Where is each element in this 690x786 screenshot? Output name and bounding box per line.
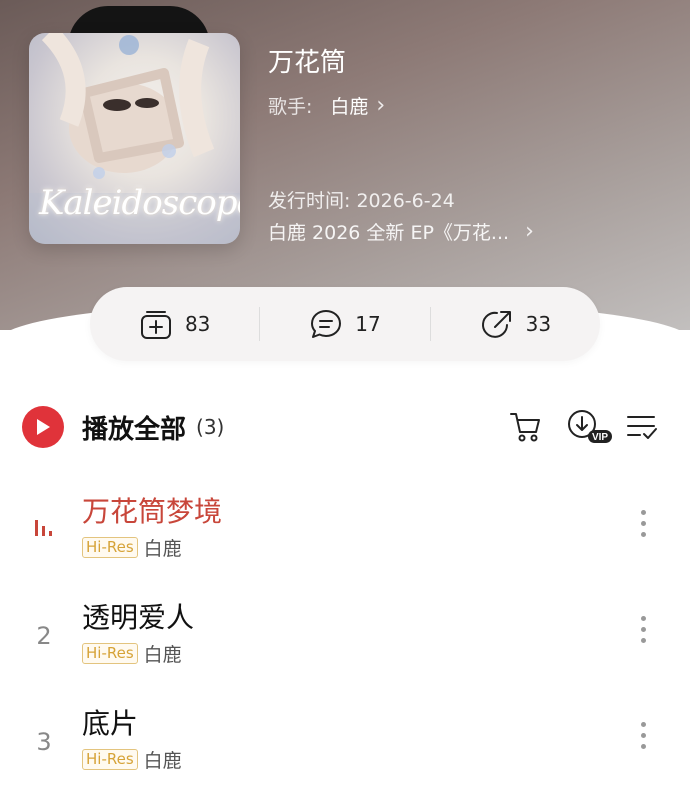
- collect-button[interactable]: 83: [90, 308, 259, 340]
- hires-badge: Hi-Res: [82, 749, 138, 770]
- more-options-button[interactable]: [638, 722, 648, 752]
- artist-name: 白鹿: [330, 96, 369, 118]
- more-vertical-icon: [640, 722, 646, 727]
- playlist-toolbar: VIP: [486, 408, 660, 444]
- comment-count: 17: [355, 312, 381, 336]
- play-all-button[interactable]: [22, 406, 64, 448]
- comment-icon: [311, 310, 342, 338]
- album-description-link[interactable]: 白鹿 2026 全新 EP《万花... ›: [268, 218, 568, 245]
- album-cover[interactable]: Kaleidoscope: [29, 33, 240, 244]
- song-title: 透明爱人: [82, 601, 195, 634]
- multi-select-icon: [627, 416, 657, 439]
- artist-label: 歌手:: [268, 96, 313, 118]
- more-vertical-icon: [640, 510, 646, 515]
- add-to-collection-icon: [140, 311, 171, 339]
- chevron-right-icon: ›: [376, 93, 386, 118]
- song-meta: Hi-Res 白鹿: [82, 640, 182, 667]
- hires-badge: Hi-Res: [82, 537, 138, 558]
- song-index: 2: [36, 622, 52, 650]
- cart-icon: [510, 413, 540, 442]
- play-all-row: 播放全部 (3) VIP: [22, 404, 670, 450]
- collect-count: 83: [184, 312, 211, 336]
- album-action-bar: 83 17 33: [90, 287, 600, 361]
- song-artist: 白鹿: [143, 750, 182, 772]
- artist-link[interactable]: 歌手: 白鹿 ›: [268, 92, 385, 119]
- play-all-label[interactable]: 播放全部: [82, 409, 186, 446]
- song-count: (3): [196, 415, 225, 439]
- play-icon: [37, 419, 50, 435]
- share-count: 33: [525, 312, 552, 336]
- more-options-button[interactable]: [638, 510, 648, 540]
- batch-select-button[interactable]: [624, 408, 660, 444]
- album-description: 白鹿 2026 全新 EP《万花...: [268, 222, 510, 244]
- song-row[interactable]: 3 底片 Hi-Res 白鹿: [0, 698, 690, 786]
- equalizer-icon: [35, 520, 52, 536]
- song-artist: 白鹿: [143, 538, 182, 560]
- song-meta: Hi-Res 白鹿: [82, 746, 182, 773]
- vip-download-icon: VIP: [568, 410, 612, 443]
- now-playing-indicator: [30, 516, 58, 544]
- comment-button[interactable]: 17: [260, 308, 429, 340]
- release-date: 发行时间: 2026-6-24: [268, 190, 455, 212]
- song-row[interactable]: 万花筒梦境 Hi-Res 白鹿: [0, 486, 690, 582]
- cover-title-script: Kaleidoscope: [39, 183, 240, 223]
- share-button[interactable]: 33: [431, 308, 600, 340]
- more-vertical-icon: [640, 616, 646, 621]
- hires-badge: Hi-Res: [82, 643, 138, 664]
- album-title: 万花筒: [268, 48, 347, 78]
- song-index: 3: [36, 728, 52, 756]
- share-icon: [481, 311, 511, 338]
- song-meta: Hi-Res 白鹿: [82, 534, 182, 561]
- song-artist: 白鹿: [143, 644, 182, 666]
- chevron-right-icon: ›: [525, 219, 534, 244]
- vip-badge-text: VIP: [592, 432, 608, 443]
- song-title: 万花筒梦境: [82, 495, 223, 528]
- song-title: 底片: [82, 707, 139, 740]
- cart-button[interactable]: [508, 408, 544, 444]
- download-button[interactable]: VIP: [566, 408, 612, 444]
- song-row[interactable]: 2 透明爱人 Hi-Res 白鹿: [0, 592, 690, 688]
- more-options-button[interactable]: [638, 616, 648, 646]
